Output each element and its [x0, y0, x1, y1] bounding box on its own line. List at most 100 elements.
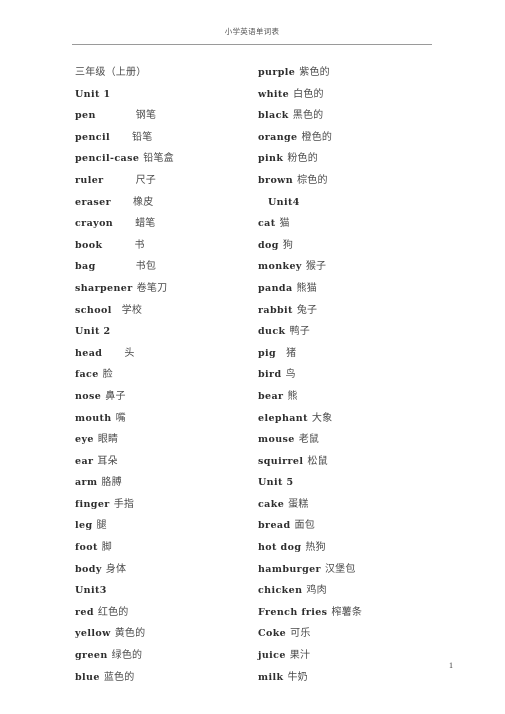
vocabulary-english: school — [75, 304, 112, 316]
vocabulary-entry: cat 猫 — [258, 213, 438, 235]
vocabulary-entry: sharpener 卷笔刀 — [75, 278, 250, 300]
vocabulary-english: duck — [258, 326, 286, 338]
unit-heading-text: Unit3 — [75, 585, 107, 597]
vocabulary-chinese: 嘴 — [115, 412, 126, 424]
vocabulary-chinese: 脸 — [102, 369, 113, 381]
vocabulary-entry: Coke 可乐 — [258, 623, 438, 645]
vocabulary-chinese: 面包 — [294, 520, 315, 532]
vocabulary-chinese: 脚 — [101, 542, 112, 554]
vocabulary-entry: chicken 鸡肉 — [258, 580, 438, 602]
vocabulary-english: leg — [75, 520, 93, 532]
vocabulary-entry: ear 耳朵 — [75, 451, 250, 473]
vocabulary-english: brown — [258, 174, 294, 186]
vocabulary-english: pen — [75, 110, 96, 122]
vocabulary-chinese: 学校 — [121, 304, 143, 316]
vocabulary-english: arm — [75, 477, 98, 489]
vocabulary-chinese: 熊猫 — [296, 282, 317, 294]
vocabulary-entry: hot dog 热狗 — [258, 537, 438, 559]
word-column-left: 三年级（上册） Unit 1 pen 钢笔 pencil 铅笔 pencil-case 铅笔盒… — [75, 62, 250, 688]
vocabulary-chinese: 绿色的 — [111, 650, 143, 662]
vocabulary-entry: brown 棕色的 — [258, 170, 438, 192]
vocabulary-chinese: 卷笔刀 — [136, 282, 168, 294]
vocabulary-english: blue — [75, 671, 100, 683]
vocabulary-english: bear — [258, 390, 284, 402]
vocabulary-english: pencil — [75, 131, 110, 143]
vocabulary-entry: arm 胳膊 — [75, 472, 250, 494]
vocabulary-english: chicken — [258, 585, 303, 597]
vocabulary-english: French fries — [258, 606, 328, 618]
page-number: 1 — [449, 661, 453, 670]
vocabulary-english: Coke — [258, 628, 287, 640]
vocabulary-entry: body 身体 — [75, 559, 250, 581]
vocabulary-english: black — [258, 110, 289, 122]
vocabulary-entry: monkey 猴子 — [258, 256, 438, 278]
vocabulary-english: face — [75, 369, 99, 381]
vocabulary-entry: foot 脚 — [75, 537, 250, 559]
vocabulary-chinese: 钢笔 — [135, 110, 157, 122]
vocabulary-entry: pink 粉色的 — [258, 148, 438, 170]
vocabulary-entry: mouse 老鼠 — [258, 429, 438, 451]
vocabulary-english: purple — [258, 67, 296, 78]
vocabulary-entry: book 书 — [75, 235, 250, 257]
vocabulary-chinese: 狗 — [282, 239, 294, 251]
vocabulary-chinese: 书 — [134, 239, 145, 251]
vocabulary-chinese: 松鼠 — [307, 455, 328, 467]
vocabulary-entry: bird 鸟 — [258, 364, 438, 386]
grade-heading-text: 三年级（上册） — [75, 67, 147, 78]
unit-heading: Unit 1 — [75, 84, 250, 106]
vocabulary-english: panda — [258, 282, 293, 294]
vocabulary-chinese: 猫 — [279, 218, 290, 230]
vocabulary-chinese: 蓝色的 — [103, 671, 135, 683]
vocabulary-chinese: 白色的 — [293, 88, 324, 100]
vocabulary-english: rabbit — [258, 304, 293, 316]
vocabulary-english: bag — [75, 261, 96, 273]
vocabulary-entry: dog 狗 — [258, 235, 438, 257]
vocabulary-english: dog — [258, 239, 279, 251]
vocabulary-english: finger — [75, 498, 110, 510]
vocabulary-english: pig — [258, 347, 277, 359]
vocabulary-entry: milk 牛奶 — [258, 667, 438, 689]
vocabulary-chinese: 耳朵 — [97, 455, 118, 467]
vocabulary-chinese: 铅笔盒 — [143, 153, 174, 165]
vocabulary-entry: French fries 榨薯条 — [258, 602, 438, 624]
vocabulary-entry: purple 紫色的 — [258, 62, 438, 84]
vocabulary-entry: nose 鼻子 — [75, 386, 250, 408]
vocabulary-entry: panda 熊猫 — [258, 278, 438, 300]
vocabulary-english: head — [75, 347, 103, 359]
vocabulary-chinese: 紫色的 — [299, 67, 330, 78]
unit-heading-text: Unit4 — [268, 196, 300, 208]
vocabulary-english: cake — [258, 498, 285, 510]
vocabulary-chinese: 胳膊 — [101, 477, 122, 489]
vocabulary-chinese: 鼻子 — [105, 390, 126, 402]
vocabulary-chinese: 可乐 — [290, 628, 311, 640]
vocabulary-entry: black 黑色的 — [258, 105, 438, 127]
vocabulary-entry: green 绿色的 — [75, 645, 250, 667]
vocabulary-english: elephant — [258, 412, 308, 424]
vocabulary-english: monkey — [258, 261, 302, 273]
unit-heading-text: Unit 2 — [75, 326, 111, 338]
vocabulary-english: yellow — [75, 628, 111, 640]
vocabulary-english: white — [258, 88, 290, 100]
running-header: 小学英语单词表 — [224, 27, 280, 36]
vocabulary-chinese: 眼睛 — [97, 434, 119, 446]
vocabulary-chinese: 鸡肉 — [306, 585, 327, 597]
vocabulary-chinese: 老鼠 — [298, 434, 320, 446]
vocabulary-entry: squirrel 松鼠 — [258, 451, 438, 473]
vocabulary-english: sharpener — [75, 282, 133, 294]
vocabulary-chinese: 手指 — [113, 498, 135, 510]
vocabulary-entry: crayon 蜡笔 — [75, 213, 250, 235]
vocabulary-english: hamburger — [258, 563, 321, 575]
vocabulary-english: crayon — [75, 218, 114, 230]
vocabulary-entry: red 红色的 — [75, 602, 250, 624]
vocabulary-english: ruler — [75, 174, 104, 186]
vocabulary-chinese: 铅笔 — [132, 131, 153, 143]
vocabulary-english: eye — [75, 434, 94, 446]
vocabulary-entry: blue 蓝色的 — [75, 667, 250, 689]
vocabulary-entry: cake 蛋糕 — [258, 494, 438, 516]
vocabulary-chinese: 熊 — [287, 390, 298, 402]
vocabulary-chinese: 热狗 — [305, 542, 326, 554]
vocabulary-english: nose — [75, 390, 102, 402]
vocabulary-english: bread — [258, 520, 291, 532]
vocabulary-entry: white 白色的 — [258, 84, 438, 106]
vocabulary-chinese: 腿 — [96, 520, 107, 532]
